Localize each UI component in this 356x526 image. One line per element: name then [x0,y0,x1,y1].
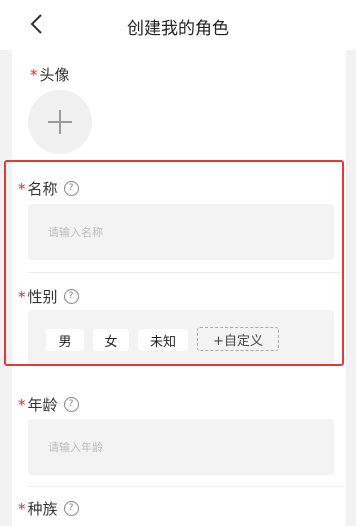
name-placeholder: 请输入名称 [48,226,103,239]
gender-option-male[interactable]: 男 [46,329,84,351]
question-circle-icon[interactable]: ? [63,181,79,196]
age-label: 年龄 [27,396,58,414]
top-bar: 创建我的角色 [0,0,356,50]
page-title: 创建我的角色 [127,19,229,39]
custom-gender-button[interactable]: +自定义 [197,327,279,351]
age-input[interactable]: 请输入年龄 [28,419,334,475]
required-mark: * [18,287,26,306]
avatar-label-row: * 头像 [30,64,70,85]
age-label-row: * 年龄 ? [18,394,79,415]
question-circle-icon[interactable]: ? [63,501,79,516]
divider [28,272,344,273]
gender-label-row: * 性别 ? [18,286,79,307]
avatar-label: 头像 [39,66,70,84]
question-circle-icon[interactable]: ? [63,289,79,304]
required-mark: * [18,499,26,518]
race-label-row: * 种族 ? [18,498,79,519]
name-label: 名称 [27,180,58,198]
name-input[interactable]: 请输入名称 [28,204,334,260]
question-circle-icon[interactable]: ? [63,397,79,412]
divider [28,486,344,487]
gender-label: 性别 [27,288,58,306]
age-placeholder: 请输入年龄 [48,441,103,454]
name-label-row: * 名称 ? [18,178,79,199]
required-mark: * [18,395,26,414]
required-mark: * [18,179,26,198]
gender-options: 男 女 未知 +自定义 [28,310,334,366]
gender-option-unknown[interactable]: 未知 [138,329,188,351]
required-mark: * [30,65,38,84]
race-label: 种族 [27,500,58,518]
add-avatar-button[interactable] [28,90,92,154]
gender-option-female[interactable]: 女 [93,329,129,351]
plus-icon [48,110,72,134]
